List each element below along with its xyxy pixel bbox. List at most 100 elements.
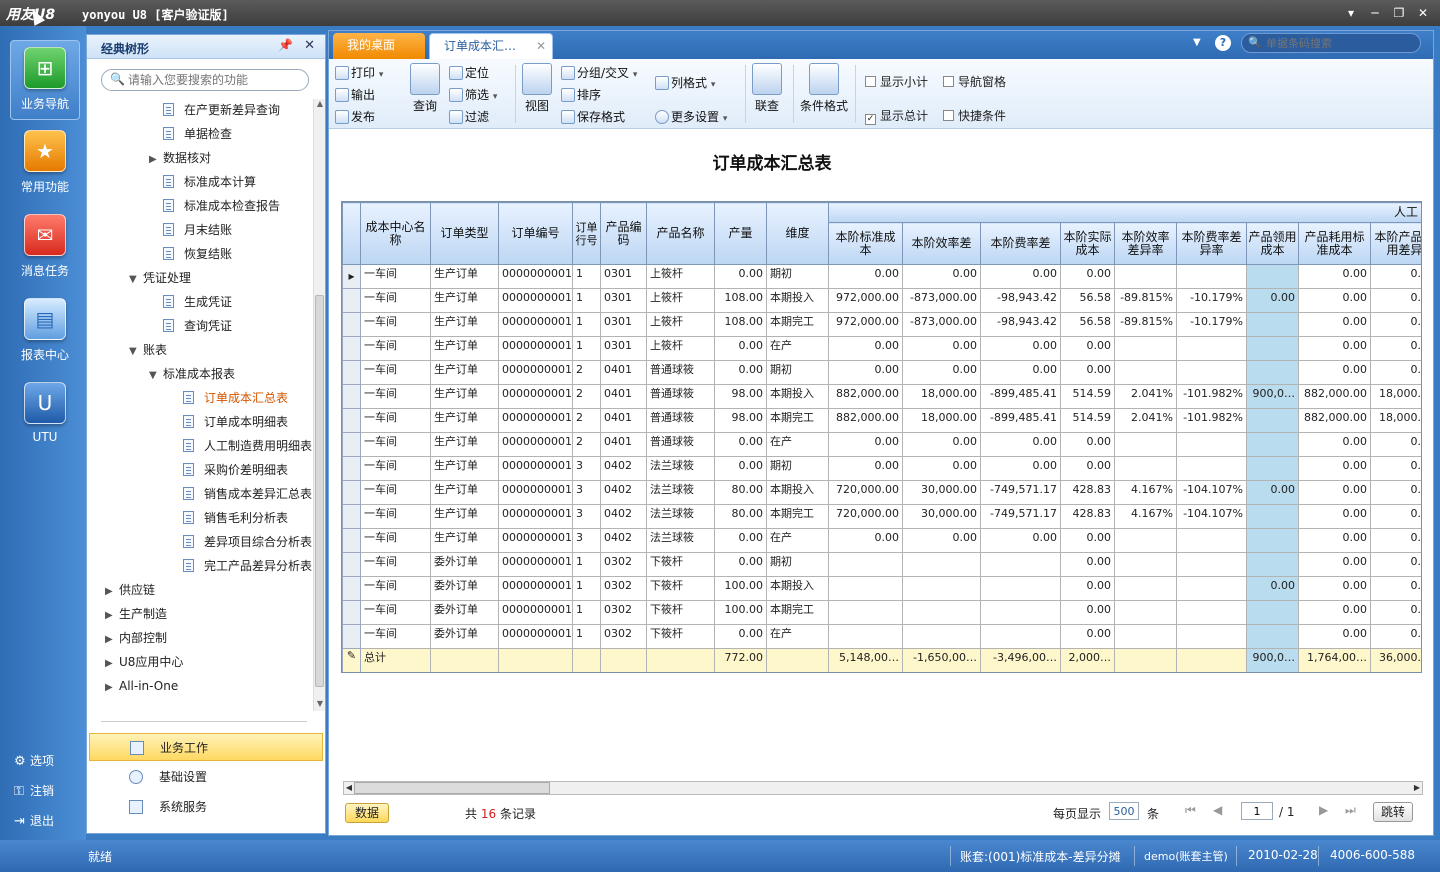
table-cell[interactable]: 0302 xyxy=(600,600,647,625)
table-cell[interactable]: 一车间 xyxy=(360,432,431,457)
table-cell[interactable]: 18,000.00 xyxy=(902,408,981,433)
table-cell[interactable]: 0.00 xyxy=(1060,576,1115,601)
table-cell[interactable]: 0.00 xyxy=(1369,624,1421,649)
table-cell[interactable]: 882,000.00 xyxy=(828,408,903,433)
table-cell[interactable]: 普通球筱 xyxy=(646,408,715,433)
table-cell[interactable]: 3 xyxy=(572,528,601,553)
table-cell[interactable]: 0.00 xyxy=(1298,288,1371,313)
table-cell[interactable]: 0.00 xyxy=(714,528,767,553)
table-cell[interactable]: 0000000001 xyxy=(498,312,573,337)
table-cell[interactable]: 0301 xyxy=(600,288,647,313)
table-cell[interactable]: 3 xyxy=(572,504,601,529)
table-cell[interactable]: 0.00 xyxy=(1369,288,1421,313)
table-cell[interactable] xyxy=(1176,552,1247,577)
table-cell[interactable]: 0.00 xyxy=(828,360,903,385)
table-cell[interactable]: 0.00 xyxy=(714,360,767,385)
table-cell[interactable]: 本期完工 xyxy=(766,408,829,433)
tree-item[interactable]: 差异项目综合分析表 xyxy=(183,531,312,553)
table-cell[interactable]: 1 xyxy=(572,264,601,289)
chevron-right-icon[interactable]: ▶ xyxy=(149,149,163,171)
table-cell[interactable]: 2.041% xyxy=(1114,384,1177,409)
table-cell[interactable]: 0000000001 xyxy=(498,576,573,601)
table-cell[interactable]: -873,000.00 xyxy=(902,312,981,337)
table-cell[interactable]: 普通球筱 xyxy=(646,384,715,409)
table-cell[interactable]: 0.00 xyxy=(1369,552,1421,577)
column-format-button[interactable]: 列格式 ▾ xyxy=(655,73,715,93)
table-cell[interactable] xyxy=(828,552,903,577)
tree-item[interactable]: 恢复结账 xyxy=(163,243,232,265)
table-cell[interactable]: 1 xyxy=(572,600,601,625)
chevron-right-icon[interactable]: ▶ xyxy=(105,677,119,699)
table-cell[interactable]: 1 xyxy=(572,288,601,313)
table-cell[interactable]: 期初 xyxy=(766,264,829,289)
row-indicator[interactable] xyxy=(342,408,361,433)
table-cell[interactable]: 100.00 xyxy=(714,600,767,625)
table-cell[interactable] xyxy=(980,600,1061,625)
table-cell[interactable]: 80.00 xyxy=(714,504,767,529)
table-cell[interactable] xyxy=(902,600,981,625)
table-row[interactable]: 一车间 委外订单 0000000001 1 0302 下筱杆 100.00 本期完工 0.00 0… xyxy=(342,600,1421,625)
table-cell[interactable]: 0302 xyxy=(600,552,647,577)
table-cell[interactable]: 0.00 xyxy=(1298,480,1371,505)
filter2-button[interactable]: 过滤 xyxy=(449,107,489,127)
table-cell[interactable]: 一车间 xyxy=(360,600,431,625)
tree-item[interactable]: 完工产品差异分析表 xyxy=(183,555,312,577)
table-cell[interactable]: 上筱杆 xyxy=(646,288,715,313)
table-cell[interactable]: 生产订单 xyxy=(430,312,499,337)
table-cell[interactable]: -873,000.00 xyxy=(902,288,981,313)
tab-order-cost-summary[interactable]: 订单成本汇… ✕ xyxy=(429,33,553,59)
row-indicator[interactable] xyxy=(342,360,361,385)
column-header[interactable]: 成本中心名称 xyxy=(360,202,431,265)
first-page-icon[interactable]: ⏮ xyxy=(1185,803,1196,818)
table-cell[interactable]: 0.00 xyxy=(714,432,767,457)
table-cell[interactable]: 0401 xyxy=(600,408,647,433)
table-cell[interactable]: 生产订单 xyxy=(430,336,499,361)
table-cell[interactable]: 期初 xyxy=(766,360,829,385)
conditional-format-button[interactable]: 条件格式 xyxy=(799,63,849,125)
table-cell[interactable]: 2.041% xyxy=(1114,408,1177,433)
table-cell[interactable] xyxy=(1114,264,1177,289)
table-cell[interactable]: 生产订单 xyxy=(430,264,499,289)
table-cell[interactable] xyxy=(1176,576,1247,601)
table-cell[interactable]: 0.00 xyxy=(828,432,903,457)
table-cell[interactable]: 0.00 xyxy=(1369,360,1421,385)
table-cell[interactable]: 0000000001 xyxy=(498,552,573,577)
table-cell[interactable]: 法兰球筱 xyxy=(646,480,715,505)
tab-dropdown-icon[interactable]: ▼ xyxy=(1193,37,1201,48)
table-cell[interactable]: 0.00 xyxy=(902,360,981,385)
table-cell[interactable]: 0.00 xyxy=(1298,312,1371,337)
table-cell[interactable]: -89.815% xyxy=(1114,312,1177,337)
tree-item[interactable]: 单据检查 xyxy=(163,123,232,145)
tree-item[interactable]: ▶ U8应用中心 xyxy=(105,651,183,673)
table-cell[interactable] xyxy=(1114,336,1177,361)
table-cell[interactable] xyxy=(1176,456,1247,481)
rail-common-functions[interactable]: ★ 常用功能 xyxy=(10,124,80,204)
table-cell[interactable]: 下筱杆 xyxy=(646,600,715,625)
table-cell[interactable]: 一车间 xyxy=(360,288,431,313)
table-cell[interactable]: 0000000001 xyxy=(498,528,573,553)
table-cell[interactable] xyxy=(828,624,903,649)
table-cell[interactable]: 0.00 xyxy=(1246,480,1299,505)
table-cell[interactable]: 普通球筱 xyxy=(646,432,715,457)
column-header[interactable]: 订单类型 xyxy=(430,202,499,265)
table-cell[interactable]: 0301 xyxy=(600,312,647,337)
table-cell[interactable]: 900,0… xyxy=(1246,384,1299,409)
table-cell[interactable]: 一车间 xyxy=(360,480,431,505)
table-cell[interactable] xyxy=(1114,600,1177,625)
table-cell[interactable]: 882,000.00 xyxy=(1298,408,1371,433)
table-cell[interactable]: 下筱杆 xyxy=(646,624,715,649)
table-cell[interactable] xyxy=(1246,264,1299,289)
table-cell[interactable]: 在产 xyxy=(766,432,829,457)
table-cell[interactable]: 0.00 xyxy=(1060,360,1115,385)
export-button[interactable]: 输出 xyxy=(335,85,375,105)
table-cell[interactable]: 一车间 xyxy=(360,528,431,553)
table-cell[interactable]: 3 xyxy=(572,480,601,505)
rail-business-nav[interactable]: ⊞ 业务导航 xyxy=(10,40,80,120)
table-cell[interactable]: 0.00 xyxy=(980,456,1061,481)
table-cell[interactable]: 0.00 xyxy=(902,432,981,457)
table-cell[interactable] xyxy=(1176,528,1247,553)
table-cell[interactable]: 0.00 xyxy=(1298,504,1371,529)
table-cell[interactable]: -104.107% xyxy=(1176,504,1247,529)
chevron-down-icon[interactable]: ▼ xyxy=(149,365,163,387)
table-cell[interactable]: 0000000001 xyxy=(498,600,573,625)
